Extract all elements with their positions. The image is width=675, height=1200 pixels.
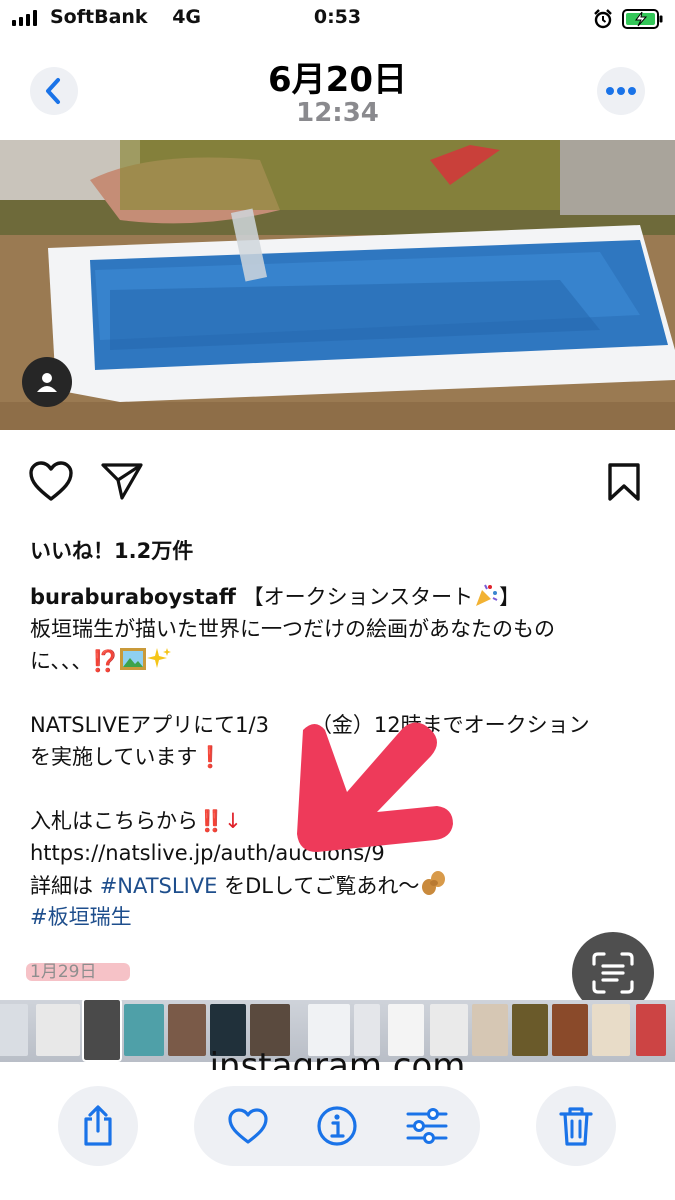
caption-text: 詳細は — [30, 874, 100, 898]
caption-line: に、、、⁉️ — [30, 645, 650, 677]
peanuts-icon — [419, 869, 449, 906]
exclamation-mark: ❗ — [197, 745, 224, 769]
caption-text: 入札はこちらから — [30, 809, 198, 833]
bookmark-icon[interactable] — [606, 462, 642, 502]
caption-text: 【オークションスタート — [242, 585, 474, 609]
arrow-annotation-icon — [297, 722, 453, 852]
exclamation-question-mark: ⁉️ — [92, 649, 119, 673]
heart-icon — [228, 1108, 268, 1144]
caption-text: を実施しています — [30, 745, 198, 769]
party-popper-icon — [473, 582, 499, 617]
delete-button[interactable] — [536, 1086, 616, 1166]
more-options-button[interactable] — [597, 67, 645, 115]
like-count[interactable]: いいね！1.2万件 — [30, 535, 193, 565]
sparkles-icon — [146, 646, 173, 681]
live-text-icon — [592, 952, 634, 994]
info-icon — [317, 1106, 357, 1146]
framed-picture-icon — [119, 646, 147, 681]
post-username[interactable]: buraburaboystaff — [30, 585, 236, 609]
account-tag-icon[interactable] — [22, 357, 72, 407]
alarm-clock-icon — [594, 9, 612, 29]
caption-line: 板垣瑞生が描いた世界に一つだけの絵画があなたのもの — [30, 617, 555, 641]
trash-icon — [559, 1107, 593, 1146]
share-icon — [84, 1105, 112, 1146]
edit-adjust-button[interactable] — [405, 1086, 449, 1166]
sliders-icon — [406, 1108, 448, 1144]
info-button[interactable] — [315, 1086, 359, 1166]
status-bar: SoftBank 4G 0:53 — [0, 0, 675, 40]
photo-time-subtitle: 12:34 — [296, 98, 379, 128]
double-exclamation-mark: ‼️↓ — [198, 809, 242, 833]
status-clock: 0:53 — [313, 6, 362, 28]
url-bar-domain: instagram.com — [209, 1046, 466, 1072]
caption-text: 】 — [499, 585, 521, 609]
bottom-toolbar — [0, 1070, 675, 1200]
post-actions — [0, 460, 675, 510]
caption-line: buraburaboystaff 【オークションスタート 】 — [30, 581, 650, 613]
post-image — [0, 140, 675, 430]
ellipsis-icon — [606, 87, 636, 95]
caption-line: 詳細は #NATSLIVE をDLしてご覧あれ〜 — [30, 869, 650, 901]
photo-date-title: 6月20日 — [268, 60, 407, 100]
paper-plane-icon[interactable] — [100, 461, 144, 501]
share-button[interactable] — [58, 1086, 138, 1166]
caption-text: をDLしてご覧あれ〜 — [217, 874, 420, 898]
post-date: 1月29日 — [30, 962, 97, 982]
hashtag-link[interactable]: #板垣瑞生 — [30, 901, 650, 933]
battery-charging-icon — [622, 9, 663, 29]
favorite-button[interactable] — [226, 1086, 270, 1166]
caption-text: NATSLIVEアプリにて1/3 — [30, 713, 269, 737]
caption-text: に、、、 — [30, 649, 93, 673]
hashtag-link[interactable]: #NATSLIVE — [100, 874, 218, 898]
heart-outline-icon[interactable] — [28, 460, 74, 502]
